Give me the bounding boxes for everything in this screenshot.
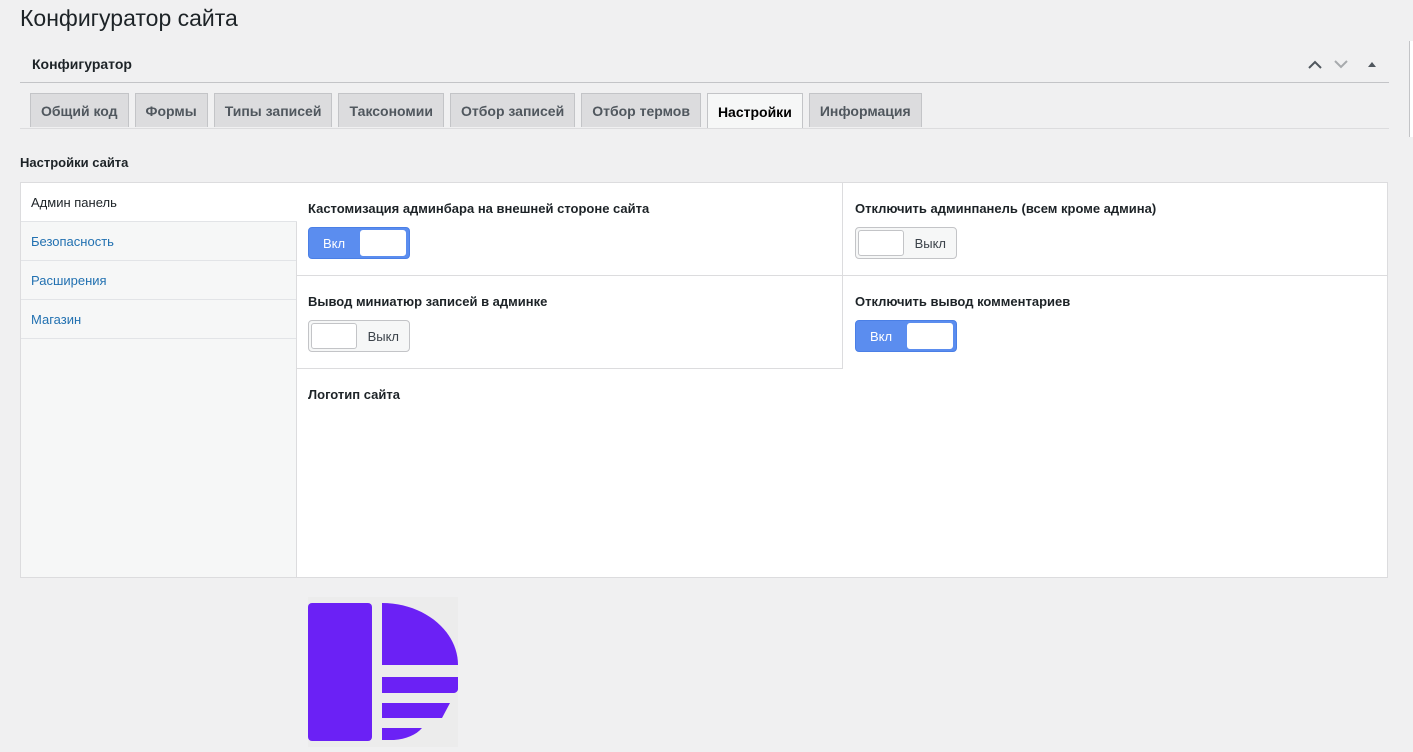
- tab-bar: Общий код Формы Типы записей Таксономии …: [30, 93, 922, 129]
- adminbar-toggle[interactable]: Вкл: [308, 227, 410, 259]
- tabs-divider: [20, 128, 1389, 129]
- triangle-up-icon: [1368, 61, 1376, 67]
- field-label: Отключить админпанель (всем кроме админа…: [855, 201, 1157, 216]
- chevron-up-icon: [1308, 60, 1322, 69]
- field-adminbar: Кастомизация админбара на внешней сторон…: [296, 183, 843, 276]
- tab-post-filter[interactable]: Отбор записей: [450, 93, 576, 127]
- field-disable-comments: Отключить вывод комментариев Вкл: [843, 276, 1388, 369]
- field-thumbnails: Вывод миниатюр записей в админке Выкл: [296, 276, 843, 369]
- tab-label: Общий код: [41, 102, 118, 119]
- postbox-title: Конфигуратор: [32, 56, 132, 72]
- field-logo: Логотип сайта: [296, 369, 843, 747]
- tab-label: Типы записей: [224, 102, 322, 119]
- toggle-panel-button[interactable]: [1361, 54, 1383, 74]
- sidebar-item-label: Магазин: [31, 311, 82, 327]
- sidebar-item-security[interactable]: Безопасность: [21, 222, 296, 261]
- toggle-knob: [360, 230, 406, 256]
- toggle-knob: [907, 323, 953, 349]
- disable-admin-toggle[interactable]: Выкл: [855, 227, 957, 259]
- sidebar-item-label: Безопасность: [31, 233, 114, 249]
- toggle-state-label: Вкл: [870, 329, 893, 344]
- tab-forms[interactable]: Формы: [134, 93, 208, 127]
- site-logo-icon: [308, 603, 458, 741]
- chevron-down-icon: [1334, 59, 1348, 68]
- tab-label: Таксономии: [349, 102, 433, 119]
- tab-label: Настройки: [717, 103, 792, 120]
- toggle-knob: [311, 323, 357, 349]
- toggle-state-label: Выкл: [914, 236, 946, 251]
- logo-image[interactable]: [308, 597, 458, 747]
- tab-information[interactable]: Информация: [808, 93, 922, 127]
- tab-general-code[interactable]: Общий код: [30, 93, 129, 127]
- settings-sidebar: Админ панель Безопасность Расширения Маг…: [21, 183, 297, 577]
- tab-taxonomies[interactable]: Таксономии: [338, 93, 444, 127]
- sidebar-item-extensions[interactable]: Расширения: [21, 261, 296, 300]
- disable-comments-toggle[interactable]: Вкл: [855, 320, 957, 352]
- toggle-state-label: Вкл: [323, 236, 346, 251]
- scrollbar[interactable]: [1409, 41, 1413, 137]
- page-title: Конфигуратор сайта: [20, 5, 238, 31]
- tab-settings[interactable]: Настройки: [706, 93, 803, 129]
- tab-label: Отбор термов: [592, 102, 690, 119]
- move-up-button[interactable]: [1304, 54, 1326, 74]
- thumbnails-toggle[interactable]: Выкл: [308, 320, 410, 352]
- move-down-button[interactable]: [1330, 54, 1352, 74]
- field-label: Логотип сайта: [308, 387, 400, 402]
- field-label: Отключить вывод комментариев: [855, 294, 1071, 309]
- tab-label: Формы: [145, 102, 197, 119]
- postbox-header: Конфигуратор: [20, 46, 1389, 83]
- field-label: Вывод миниатюр записей в админке: [308, 294, 548, 309]
- tab-post-types[interactable]: Типы записей: [213, 93, 333, 127]
- sidebar-item-label: Расширения: [31, 272, 107, 288]
- field-label: Кастомизация админбара на внешней сторон…: [308, 201, 650, 216]
- tab-label: Информация: [819, 102, 911, 119]
- sidebar-item-admin-panel[interactable]: Админ панель: [21, 183, 297, 222]
- sidebar-item-shop[interactable]: Магазин: [21, 300, 296, 339]
- section-title: Настройки сайта: [20, 155, 129, 170]
- tab-term-filter[interactable]: Отбор термов: [581, 93, 701, 127]
- toggle-state-label: Выкл: [367, 329, 399, 344]
- tab-label: Отбор записей: [461, 102, 565, 119]
- settings-panel: Админ панель Безопасность Расширения Маг…: [20, 182, 1388, 747]
- field-disable-admin: Отключить админпанель (всем кроме админа…: [843, 183, 1388, 276]
- sidebar-item-label: Админ панель: [31, 194, 117, 210]
- toggle-knob: [858, 230, 904, 256]
